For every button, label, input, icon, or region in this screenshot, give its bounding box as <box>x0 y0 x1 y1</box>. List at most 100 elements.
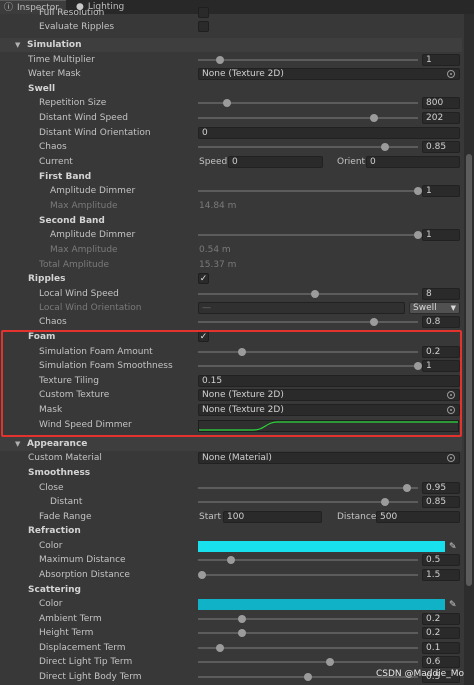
simulation-foldout[interactable]: ▼ Simulation <box>0 38 462 52</box>
slider-thumb[interactable] <box>227 556 235 564</box>
close-slider[interactable] <box>198 484 418 492</box>
ambient-term-field[interactable]: 0.2 <box>422 613 460 625</box>
mask-label: Mask <box>39 405 63 415</box>
mask-field[interactable]: None (Texture 2D) <box>198 404 460 416</box>
distant-field[interactable]: 0.85 <box>422 496 460 508</box>
displacement-term-field[interactable]: 0.1 <box>422 642 460 654</box>
appearance-foldout[interactable]: ▼ Appearance <box>0 437 462 451</box>
ripples-checkbox[interactable]: ✓ <box>198 273 209 284</box>
foam-row: Foam ✓ <box>0 330 462 344</box>
speed-field[interactable]: 0 <box>228 156 323 168</box>
simulation-foam-amount-slider[interactable] <box>198 348 418 356</box>
scattering-color-swatch[interactable] <box>198 599 445 610</box>
refraction-color-swatch[interactable] <box>198 541 445 552</box>
height-term-slider[interactable] <box>198 629 418 637</box>
distant-wind-speed-field[interactable]: 202 <box>422 112 460 124</box>
slider-thumb[interactable] <box>216 56 224 64</box>
eyedropper-icon[interactable]: ✎ <box>449 540 457 554</box>
amplitude-dimmer-field[interactable]: 1 <box>422 229 460 241</box>
slider-thumb[interactable] <box>304 673 312 681</box>
slider-thumb[interactable] <box>414 231 422 239</box>
time-multiplier-field[interactable]: 1 <box>422 54 460 66</box>
eyedropper-icon[interactable]: ✎ <box>449 598 457 612</box>
local-wind-orientation-dropdown[interactable]: Swell ▼ <box>409 302 460 314</box>
chaos-slider[interactable] <box>198 143 418 151</box>
first-band-row: First Band <box>0 170 462 184</box>
object-picker-icon[interactable] <box>447 406 455 414</box>
slider-thumb[interactable] <box>370 114 378 122</box>
repetition-size-slider[interactable] <box>198 99 418 107</box>
custom-material-field[interactable]: None (Material) <box>198 452 460 464</box>
simulation-foam-smoothness-slider[interactable] <box>198 362 422 370</box>
close-field[interactable]: 0.95 <box>422 482 460 494</box>
current-label: Current <box>39 157 73 167</box>
slider-thumb[interactable] <box>222 99 231 107</box>
ambient-term-slider[interactable] <box>198 615 418 623</box>
distance-field[interactable]: 500 <box>376 511 460 523</box>
scrollbar[interactable] <box>464 14 474 685</box>
slider-thumb[interactable] <box>381 498 389 506</box>
second-band-header: Second Band <box>39 216 105 226</box>
wind-speed-dimmer-row: Wind Speed Dimmer <box>0 418 462 434</box>
slider-thumb[interactable] <box>216 644 224 652</box>
full-resolution-checkbox[interactable] <box>198 7 209 18</box>
slider-thumb[interactable] <box>403 484 411 492</box>
distant-wind-speed-slider[interactable] <box>198 114 418 122</box>
water-mask-field[interactable]: None (Texture 2D) <box>198 68 460 80</box>
ripples-header: Ripples <box>28 274 66 284</box>
amplitude-dimmer-slider[interactable] <box>198 231 422 239</box>
scattering-color-row: Color ✎ <box>0 597 462 611</box>
simulation-foam-amount-field[interactable]: 0.2 <box>422 346 460 358</box>
amplitude-dimmer-label: Amplitude Dimmer <box>50 230 136 240</box>
slider-thumb[interactable] <box>370 318 378 326</box>
texture-tiling-field[interactable]: 0.15 <box>198 375 460 387</box>
distant-slider[interactable] <box>198 498 418 506</box>
local-wind-speed-slider[interactable] <box>198 290 418 298</box>
chaos-slider[interactable] <box>198 318 418 326</box>
maximum-distance-slider[interactable] <box>198 556 418 564</box>
curve-graph <box>199 421 458 431</box>
time-multiplier-slider[interactable] <box>198 56 418 64</box>
time-multiplier-label: Time Multiplier <box>28 55 95 65</box>
simulation-foam-smoothness-field[interactable]: 1 <box>422 360 460 372</box>
direct-light-tip-term-slider[interactable] <box>198 658 418 666</box>
start-field[interactable]: 100 <box>223 511 322 523</box>
chaos-field[interactable]: 0.85 <box>422 141 460 153</box>
custom-texture-field[interactable]: None (Texture 2D) <box>198 389 460 401</box>
distant-wind-orientation-field[interactable]: 0 <box>198 127 460 139</box>
wind-speed-dimmer-curve[interactable] <box>198 420 459 432</box>
repetition-size-field[interactable]: 800 <box>422 97 460 109</box>
slider-thumb[interactable] <box>381 143 389 151</box>
height-term-field[interactable]: 0.2 <box>422 627 460 639</box>
amplitude-dimmer-field[interactable]: 1 <box>422 185 460 197</box>
appearance-header: Appearance <box>27 439 88 449</box>
absorption-distance-slider[interactable] <box>198 571 418 579</box>
simulation-header: Simulation <box>27 40 82 50</box>
object-picker-icon[interactable] <box>447 391 455 399</box>
absorption-distance-field[interactable]: 1.5 <box>422 569 460 581</box>
amplitude-dimmer-slider[interactable] <box>198 187 422 195</box>
slider-thumb[interactable] <box>238 615 246 623</box>
orient-field[interactable]: 0 <box>366 156 460 168</box>
object-picker-icon[interactable] <box>447 454 455 462</box>
slider-thumb[interactable] <box>198 571 207 579</box>
distant-label: Distant <box>50 497 83 507</box>
scattering-header: Scattering <box>28 585 81 595</box>
distant-wind-speed-label: Distant Wind Speed <box>39 113 128 123</box>
slider-thumb[interactable] <box>326 658 334 666</box>
local-wind-speed-field[interactable]: 8 <box>422 288 460 300</box>
slider-thumb[interactable] <box>414 187 422 195</box>
chaos-field[interactable]: 0.8 <box>422 316 460 328</box>
evaluate-ripples-checkbox[interactable] <box>198 21 209 32</box>
maximum-distance-field[interactable]: 0.5 <box>422 554 460 566</box>
distant-wind-orientation-label: Distant Wind Orientation <box>39 128 151 138</box>
slider-thumb[interactable] <box>310 290 319 298</box>
object-picker-icon[interactable] <box>447 70 455 78</box>
slider-thumb[interactable] <box>238 629 246 637</box>
displacement-term-slider[interactable] <box>198 644 418 652</box>
distant-wind-speed-row: Distant Wind Speed 202 <box>0 111 462 125</box>
scrollbar-thumb[interactable] <box>466 154 472 586</box>
slider-thumb[interactable] <box>414 362 422 370</box>
slider-thumb[interactable] <box>238 348 246 356</box>
foam-checkbox[interactable]: ✓ <box>198 331 209 342</box>
